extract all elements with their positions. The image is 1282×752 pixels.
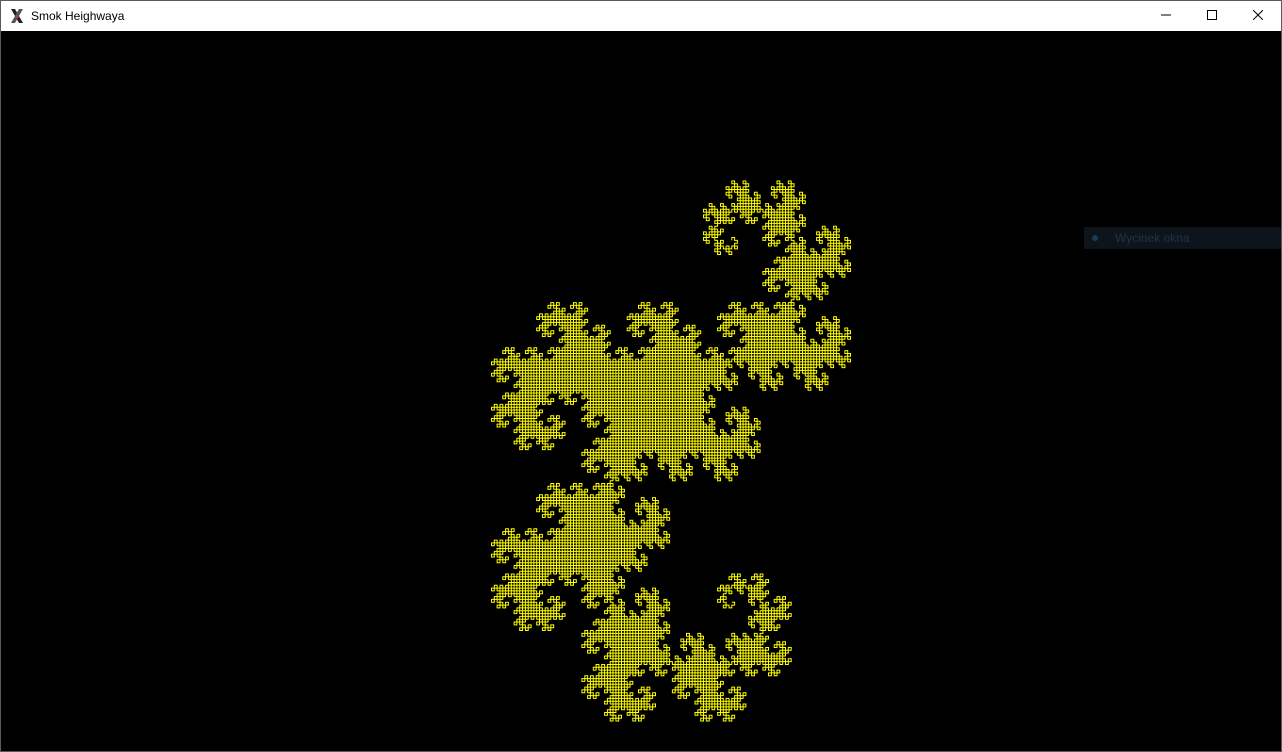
- fractal-canvas[interactable]: Wycinek okna: [1, 31, 1281, 751]
- title-bar[interactable]: Smok Heighwaya: [1, 1, 1281, 31]
- overlay-label: Wycinek okna: [1115, 231, 1190, 245]
- window-title: Smok Heighwaya: [31, 9, 125, 23]
- window-snip-overlay[interactable]: Wycinek okna: [1084, 227, 1281, 249]
- maximize-button[interactable]: [1189, 1, 1235, 31]
- dragon-curve-path: [491, 180, 851, 722]
- x-window-icon: [9, 8, 25, 24]
- minimize-button[interactable]: [1143, 1, 1189, 31]
- window-controls: [1143, 1, 1281, 31]
- close-button[interactable]: [1235, 1, 1281, 31]
- close-icon: [1252, 7, 1264, 25]
- record-dot-icon: [1092, 235, 1098, 241]
- app-window: Smok Heighwaya Wycinek okna: [0, 0, 1282, 752]
- minimize-icon: [1161, 7, 1171, 25]
- maximize-icon: [1207, 7, 1217, 25]
- heighway-dragon-fractal: [491, 180, 851, 722]
